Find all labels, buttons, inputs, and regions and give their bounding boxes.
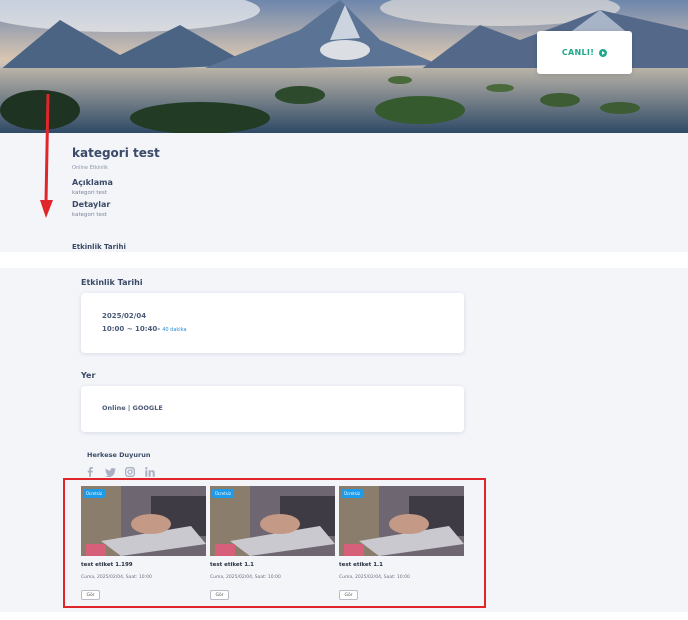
related-event-card[interactable]: Ücretsiz test etiket 1.1 Cuma, 2025/02/0… [210,486,335,600]
description-heading: Açıklama [72,178,113,187]
view-event-button[interactable]: Gör [339,590,358,600]
details-text: kategori test [72,212,107,218]
play-circle-icon [599,48,608,57]
location-card: Online | GOOGLE [81,386,464,432]
price-badge: Ücretsiz [212,489,235,498]
event-type: Online Etkinlik [72,165,108,171]
event-thumbnail: Ücretsiz [81,486,206,556]
related-event-datetime: Cuma, 2025/02/04, Saat: 10:00 [210,575,281,580]
facebook-icon[interactable] [84,466,96,478]
event-title: kategori test [72,146,160,160]
event-time: 10:00 ~ 10:40- 40 dakika [102,325,187,333]
event-thumbnail: Ücretsiz [339,486,464,556]
linkedin-icon[interactable] [144,466,156,478]
live-button[interactable]: CANLI! [537,31,632,74]
related-event-name: test etiket 1.199 [81,562,133,568]
location-text: Online | GOOGLE [102,404,163,412]
event-time-range: 10:00 ~ 10:40- [102,325,161,333]
related-event-datetime: Cuma, 2025/02/04, Saat: 10:00 [339,575,410,580]
related-event-name: test etiket 1.1 [210,562,254,568]
event-duration: 40 dakika [162,327,187,333]
view-event-button[interactable]: Gör [81,590,100,600]
event-header-panel: CANLI! kategori test Online Etkinlik Açı… [0,0,688,252]
description-text: kategori test [72,190,107,196]
instagram-icon[interactable] [124,466,136,478]
event-date-card: 2025/02/04 10:00 ~ 10:40- 40 dakika [81,293,464,353]
share-heading: Herkese Duyurun [87,451,151,459]
twitter-icon[interactable] [104,466,116,478]
price-badge: Ücretsiz [341,489,364,498]
details-heading: Detaylar [72,200,111,209]
event-thumbnail: Ücretsiz [210,486,335,556]
event-date-heading: Etkinlik Tarihi [81,278,143,287]
red-arrow-annotation [40,94,53,218]
event-date: 2025/02/04 [102,312,147,320]
related-event-name: test etiket 1.1 [339,562,383,568]
related-event-card[interactable]: Ücretsiz test etiket 1.199 Cuma, 2025/02… [81,486,206,600]
view-event-button[interactable]: Gör [210,590,229,600]
page: CANLI! kategori test Online Etkinlik Açı… [0,0,688,620]
price-badge: Ücretsiz [83,489,106,498]
live-button-label: CANLI! [561,48,595,57]
event-date-heading-top: Etkinlik Tarihi [72,243,126,251]
related-event-card[interactable]: Ücretsiz test etiket 1.1 Cuma, 2025/02/0… [339,486,464,600]
location-heading: Yer [81,371,96,380]
related-event-datetime: Cuma, 2025/02/04, Saat: 10:00 [81,575,152,580]
